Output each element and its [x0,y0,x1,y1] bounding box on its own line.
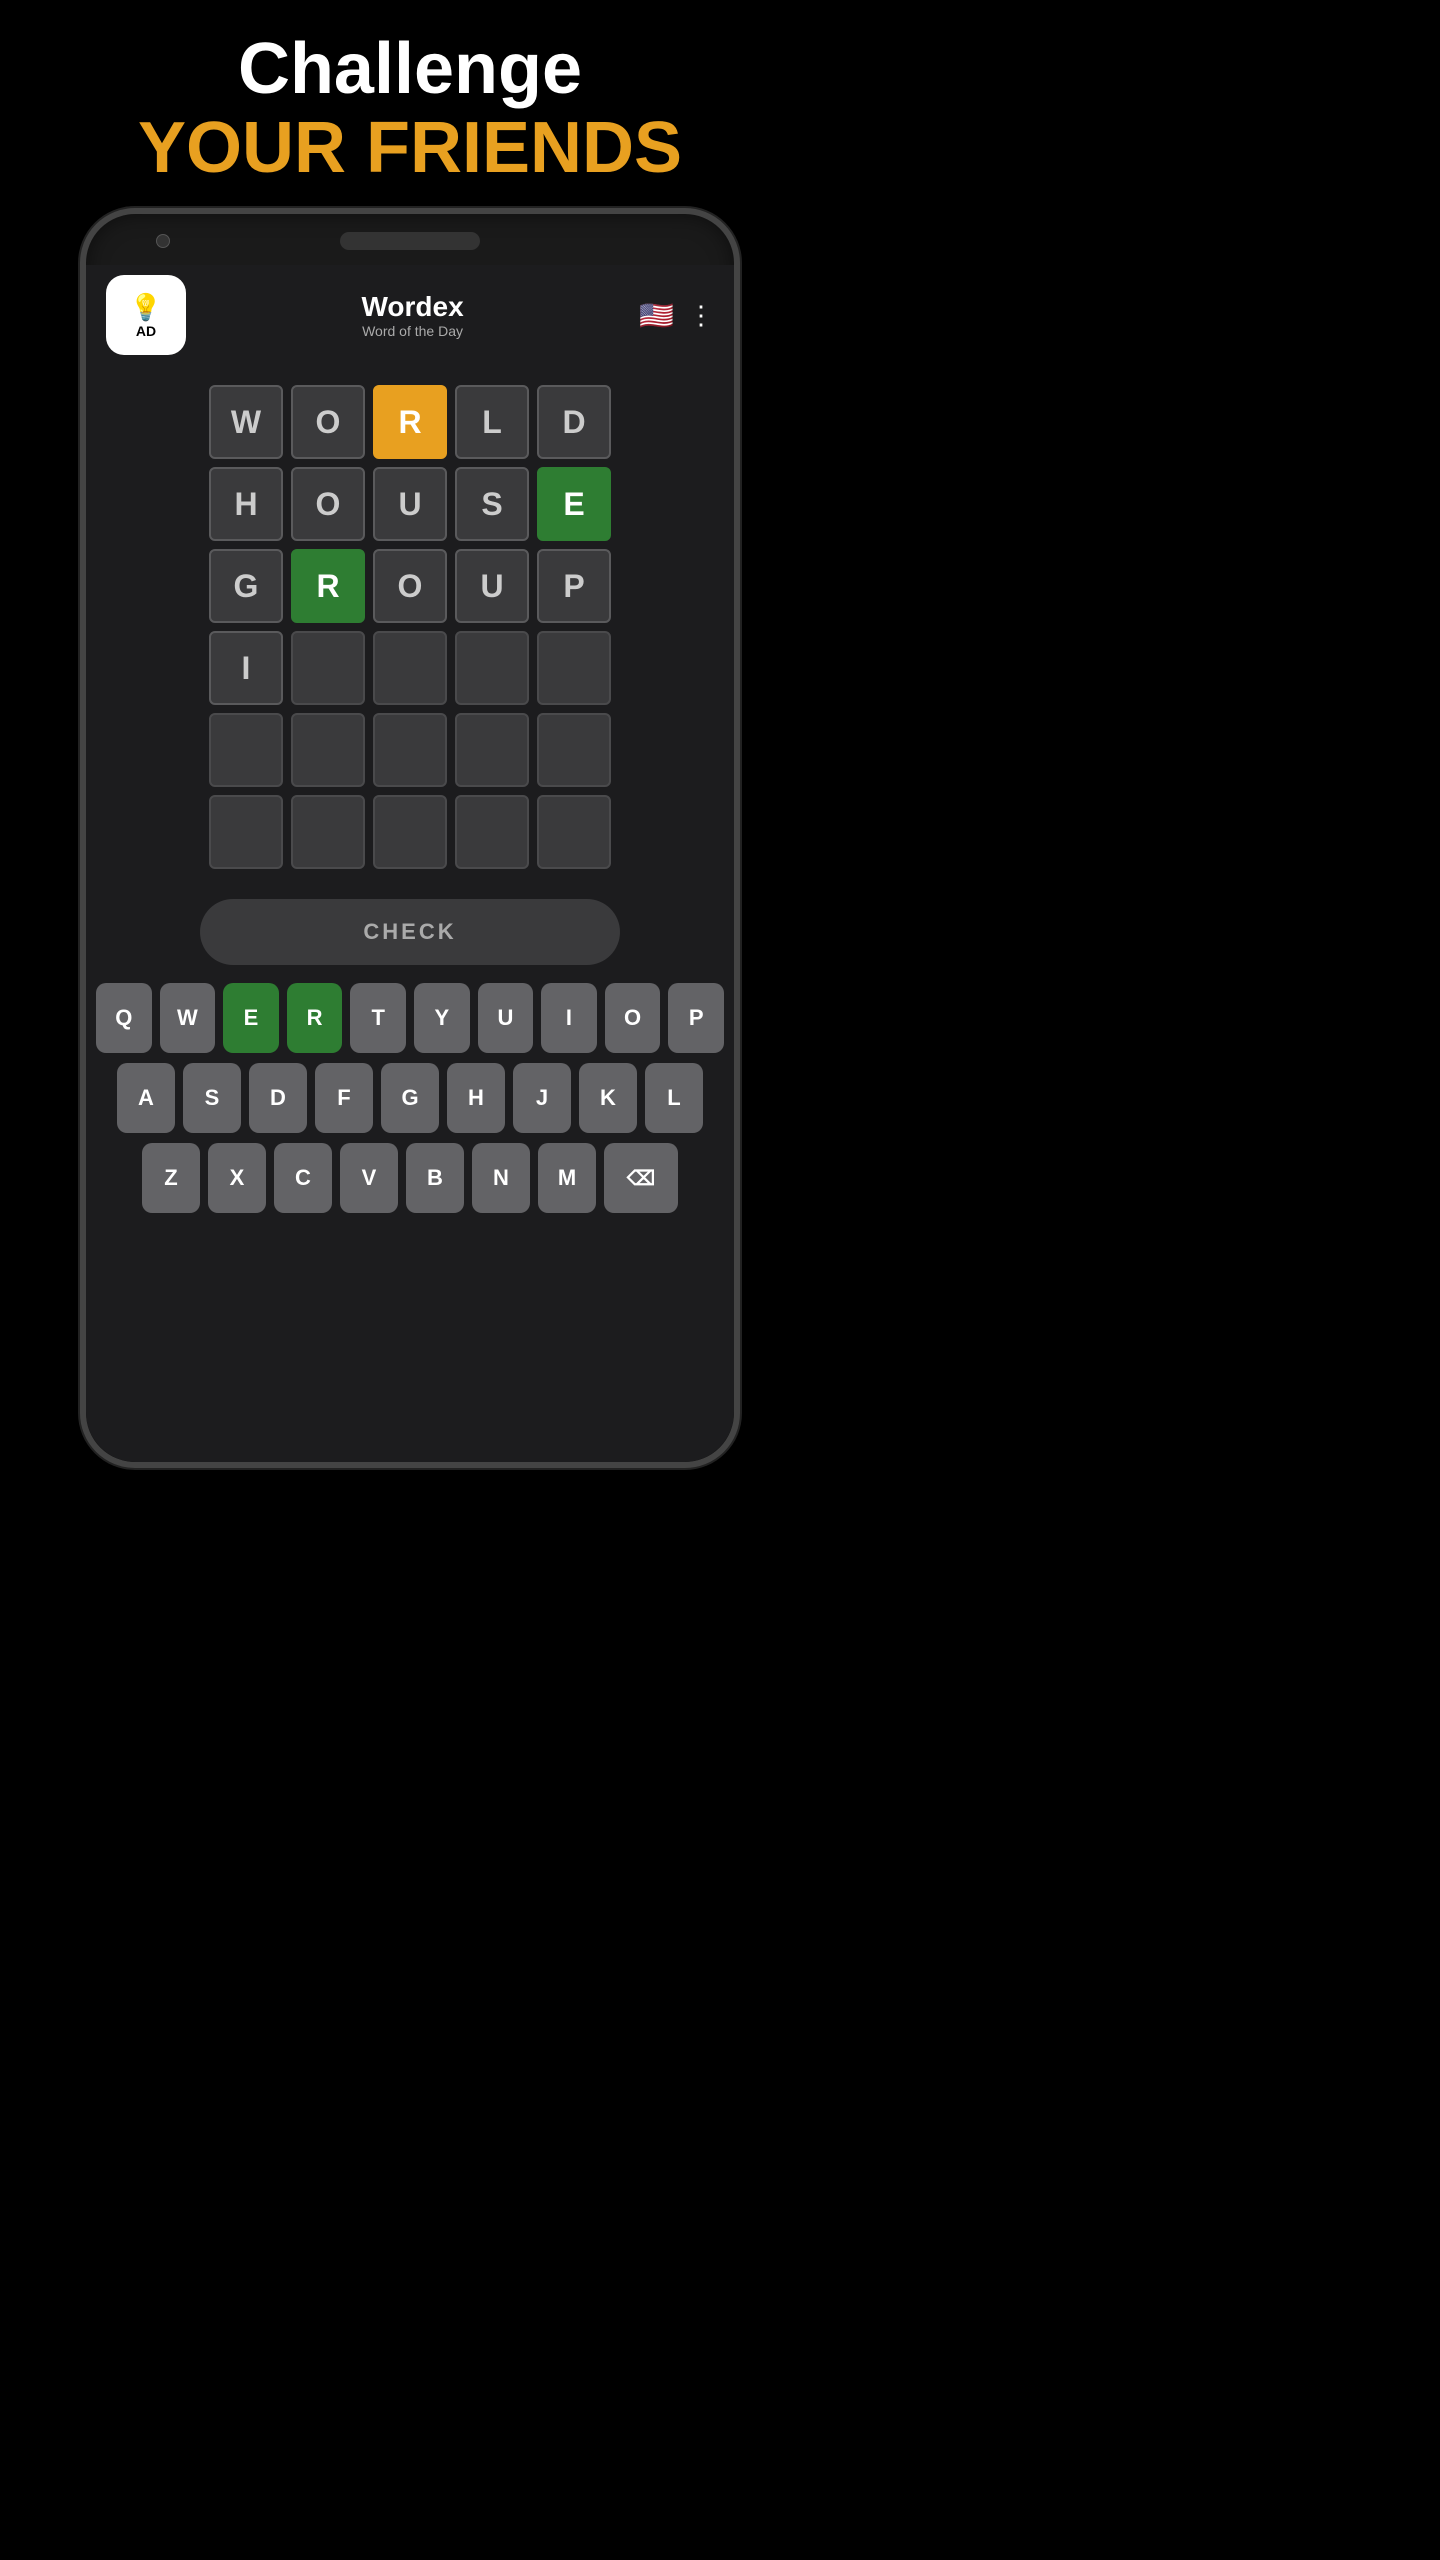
app-subtitle: Word of the Day [362,323,463,339]
keyboard: QWERTYUIOP ASDFGHJKL ZXCVBNM⌫ [86,983,734,1223]
check-button[interactable]: CHECK [200,899,620,965]
key-s[interactable]: S [183,1063,241,1133]
ad-label: AD [136,323,156,339]
app-screen: 💡 AD Wordex Word of the Day 🇺🇸 ⋮ WORLDHO… [86,265,734,1462]
key-v[interactable]: V [340,1143,398,1213]
key-o[interactable]: O [605,983,661,1053]
app-header: 💡 AD Wordex Word of the Day 🇺🇸 ⋮ [86,265,734,365]
key-u[interactable]: U [478,983,534,1053]
grid-cell: I [209,631,283,705]
app-title: Wordex [361,291,463,323]
key-l[interactable]: L [645,1063,703,1133]
key-p[interactable]: P [668,983,724,1053]
grid-cell: G [209,549,283,623]
key-w[interactable]: W [160,983,216,1053]
grid-cell: L [455,385,529,459]
key-r[interactable]: R [287,983,343,1053]
key-h[interactable]: H [447,1063,505,1133]
your-friends-text: YOUR FRIENDS [138,109,682,188]
app-title-section: Wordex Word of the Day [361,291,463,339]
speaker-bar [340,232,480,250]
keyboard-row: ASDFGHJKL [96,1063,724,1133]
grid-cell: S [455,467,529,541]
ad-badge[interactable]: 💡 AD [106,275,186,355]
key-n[interactable]: N [472,1143,530,1213]
grid-cell: E [537,467,611,541]
grid-cell [291,713,365,787]
key-k[interactable]: K [579,1063,637,1133]
flag-icon[interactable]: 🇺🇸 [639,299,674,332]
bulb-icon: 💡 [130,292,162,323]
grid-cell [209,713,283,787]
grid-cell [455,631,529,705]
header-icons: 🇺🇸 ⋮ [639,299,714,332]
grid-cell: R [373,385,447,459]
key-i[interactable]: I [541,983,597,1053]
grid-cell [291,631,365,705]
key-y[interactable]: Y [414,983,470,1053]
grid-cell [373,631,447,705]
key-f[interactable]: F [315,1063,373,1133]
key-z[interactable]: Z [142,1143,200,1213]
key-x[interactable]: X [208,1143,266,1213]
grid-cell: P [537,549,611,623]
grid-cell: O [291,467,365,541]
grid-cell [455,713,529,787]
challenge-text: Challenge [138,30,682,109]
backspace-key[interactable]: ⌫ [604,1143,678,1213]
grid-cell [537,795,611,869]
grid-cell: R [291,549,365,623]
grid-cell [537,713,611,787]
game-grid: WORLDHOUSEGROUPI [209,385,611,869]
phone-frame: 💡 AD Wordex Word of the Day 🇺🇸 ⋮ WORLDHO… [80,208,740,1468]
grid-cell: U [455,549,529,623]
key-b[interactable]: B [406,1143,464,1213]
grid-cell: U [373,467,447,541]
key-g[interactable]: G [381,1063,439,1133]
grid-cell [373,713,447,787]
grid-cell [455,795,529,869]
grid-cell: H [209,467,283,541]
grid-cell [291,795,365,869]
key-d[interactable]: D [249,1063,307,1133]
key-c[interactable]: C [274,1143,332,1213]
promo-header: Challenge YOUR FRIENDS [138,30,682,188]
grid-cell [209,795,283,869]
grid-cell: W [209,385,283,459]
key-e[interactable]: E [223,983,279,1053]
phone-top-bar [86,214,734,250]
grid-cell: O [373,549,447,623]
grid-cell: D [537,385,611,459]
key-q[interactable]: Q [96,983,152,1053]
grid-cell [373,795,447,869]
keyboard-row: ZXCVBNM⌫ [96,1143,724,1213]
menu-dots-icon[interactable]: ⋮ [688,300,714,331]
camera-dot [156,234,170,248]
grid-cell [537,631,611,705]
keyboard-row: QWERTYUIOP [96,983,724,1053]
key-m[interactable]: M [538,1143,596,1213]
key-j[interactable]: J [513,1063,571,1133]
key-t[interactable]: T [350,983,406,1053]
grid-cell: O [291,385,365,459]
key-a[interactable]: A [117,1063,175,1133]
